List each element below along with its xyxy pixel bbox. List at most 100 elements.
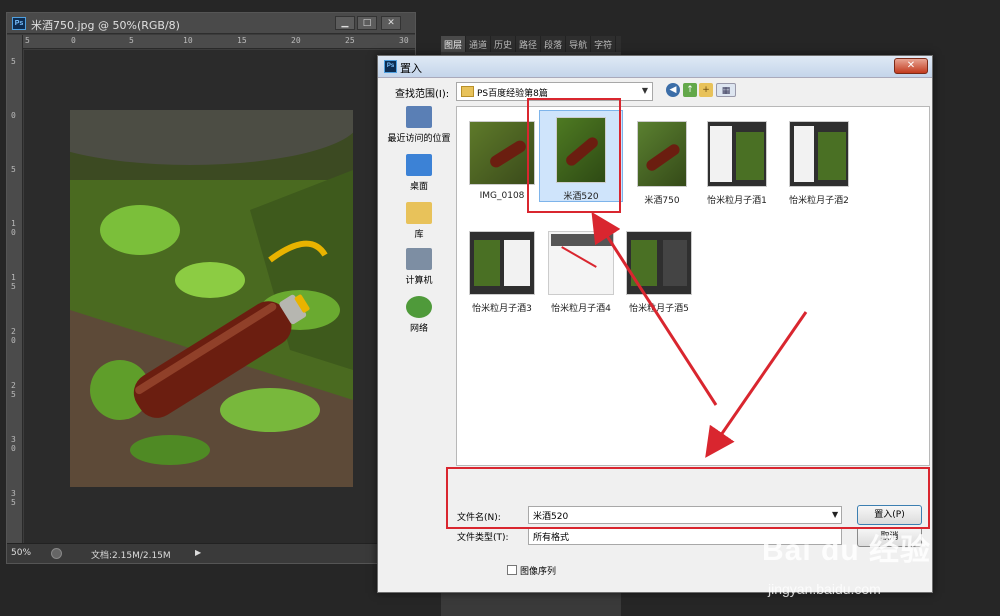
look-in-value: PS百度经验第8篇	[477, 89, 548, 99]
place-label: 最近访问的位置	[387, 134, 451, 144]
file-name: 怡米粒月子酒1	[707, 196, 767, 206]
place-label: 桌面	[409, 182, 428, 192]
tab-channels[interactable]: 通道	[466, 36, 492, 52]
filetype-label: 文件类型(T):	[457, 533, 509, 543]
place-label: 网络	[409, 324, 428, 334]
document-title: 米酒750.jpg @ 50%(RGB/8)	[31, 19, 180, 32]
file-item-selected[interactable]: 米酒520	[539, 110, 623, 202]
place-library[interactable]: 库	[384, 202, 454, 240]
tab-paths[interactable]: 路径	[516, 36, 542, 52]
vertical-ruler[interactable]: 5 0 5 1 0 1 5 2 0 2 5 3 0 3 5	[7, 35, 23, 543]
watermark-url: jingyan.baidu.com	[768, 581, 881, 597]
horizontal-ruler[interactable]: 5 0 5 10 15 20 25 30	[23, 35, 415, 49]
file-item[interactable]: 怡米粒月子酒4	[539, 225, 623, 317]
place-recent[interactable]: 最近访问的位置	[384, 106, 454, 144]
ruler-tick: 2 5	[11, 381, 16, 399]
look-in-select[interactable]: PS百度经验第8篇 ▼	[456, 82, 653, 101]
dialog-title: 置入	[400, 62, 422, 75]
ruler-tick: 5	[11, 165, 16, 174]
file-item[interactable]: 怡米粒月子酒3	[460, 225, 544, 317]
chevron-down-icon[interactable]: ▼	[832, 510, 838, 519]
file-thumbnail	[637, 121, 687, 187]
ruler-tick: 5	[11, 57, 16, 66]
status-menu-icon[interactable]: ▶	[195, 548, 201, 557]
file-item[interactable]: 怡米粒月子酒2	[777, 115, 861, 207]
ruler-tick: 15	[237, 36, 247, 45]
file-thumbnail	[556, 117, 606, 183]
watermark-logo: Bai du 经验	[762, 534, 932, 567]
up-folder-icon[interactable]: ↑	[683, 83, 697, 97]
look-in-label: 查找范围(I):	[395, 89, 450, 100]
file-thumbnail	[626, 231, 692, 295]
maximize-button[interactable]: □	[357, 16, 377, 30]
file-thumbnail	[789, 121, 849, 187]
place-computer[interactable]: 计算机	[384, 248, 454, 286]
place-network[interactable]: 网络	[384, 296, 454, 334]
file-thumbnail	[469, 121, 535, 185]
zoom-icon[interactable]	[51, 548, 62, 559]
place-button[interactable]: 置入(P)	[857, 505, 922, 525]
network-icon	[406, 296, 432, 318]
ruler-tick: 25	[345, 36, 355, 45]
dialog-close-button[interactable]: ✕	[894, 58, 928, 74]
tab-character[interactable]: 字符	[591, 36, 617, 52]
filename-input[interactable]: 米酒520	[528, 506, 842, 524]
image-sequence-checkbox[interactable]	[507, 565, 517, 575]
view-menu-icon[interactable]: ▦	[716, 83, 736, 97]
file-name: 怡米粒月子酒4	[551, 304, 611, 314]
bottle-on-moss-image	[70, 110, 353, 487]
back-icon[interactable]: ◀	[666, 83, 680, 97]
new-folder-icon[interactable]: +	[699, 83, 713, 97]
zoom-level[interactable]: 50%	[11, 548, 31, 558]
ruler-tick: 1 5	[11, 273, 16, 291]
computer-icon	[406, 248, 432, 270]
file-thumbnail	[707, 121, 767, 187]
ruler-tick: 20	[291, 36, 301, 45]
file-name: IMG_0108	[479, 191, 525, 201]
document-photo[interactable]	[70, 110, 353, 487]
place-label: 库	[414, 230, 424, 240]
filename-label: 文件名(N):	[457, 513, 501, 523]
place-label: 计算机	[405, 276, 433, 286]
document-window: Ps 米酒750.jpg @ 50%(RGB/8) ▁ □ ✕ 5 0 5 10…	[6, 12, 416, 564]
file-item[interactable]: IMG_0108	[460, 115, 544, 207]
place-desktop[interactable]: 桌面	[384, 154, 454, 192]
desktop-icon	[406, 154, 432, 176]
ruler-tick: 0	[71, 36, 76, 45]
library-icon	[406, 202, 432, 224]
file-name: 米酒520	[563, 192, 599, 202]
status-bar: 50% 文档:2.15M/2.15M ▶	[7, 543, 415, 563]
panel-tab-bar: 图层 通道 历史 路径 段落 导航 字符	[441, 36, 621, 52]
file-thumbnail	[469, 231, 535, 295]
place-dialog: Ps 置入 ✕ 查找范围(I): PS百度经验第8篇 ▼ ◀ ↑ + ▦ 最近访…	[377, 55, 933, 593]
document-size-info: 文档:2.15M/2.15M	[91, 551, 171, 561]
close-document-button[interactable]: ✕	[381, 16, 401, 30]
folder-icon	[461, 86, 474, 97]
minimize-button[interactable]: ▁	[335, 16, 355, 30]
file-item[interactable]: 米酒750	[620, 115, 704, 207]
file-item[interactable]: 怡米粒月子酒1	[695, 115, 779, 207]
file-item[interactable]: 怡米粒月子酒5	[617, 225, 701, 317]
ruler-tick: 1 0	[11, 219, 16, 237]
image-sequence-label: 图像序列	[520, 567, 557, 577]
tab-paragraph[interactable]: 段落	[541, 36, 567, 52]
chevron-down-icon: ▼	[641, 86, 648, 95]
dialog-titlebar[interactable]: Ps 置入 ✕	[378, 56, 932, 78]
tab-navigator[interactable]: 导航	[566, 36, 592, 52]
tab-history[interactable]: 历史	[491, 36, 517, 52]
ruler-tick: 30	[399, 36, 409, 45]
tab-layers[interactable]: 图层	[441, 36, 467, 52]
canvas-area[interactable]	[24, 50, 415, 543]
file-name: 怡米粒月子酒5	[629, 304, 689, 314]
file-name: 米酒750	[644, 196, 680, 206]
file-thumbnail	[548, 231, 614, 295]
document-titlebar[interactable]: Ps 米酒750.jpg @ 50%(RGB/8) ▁ □ ✕	[7, 13, 415, 34]
places-bar: 最近访问的位置 桌面 库 计算机 网络	[384, 106, 454, 466]
ruler-tick: 10	[183, 36, 193, 45]
ruler-tick: 5	[25, 36, 30, 45]
ruler-tick: 3 5	[11, 489, 16, 507]
ruler-tick: 3 0	[11, 435, 16, 453]
file-list[interactable]: IMG_0108 米酒520 米酒750 怡米粒月子酒1 怡米粒月子酒2 怡米粒…	[456, 106, 930, 466]
photoshop-icon: Ps	[384, 60, 397, 73]
ruler-tick: 0	[11, 111, 16, 120]
